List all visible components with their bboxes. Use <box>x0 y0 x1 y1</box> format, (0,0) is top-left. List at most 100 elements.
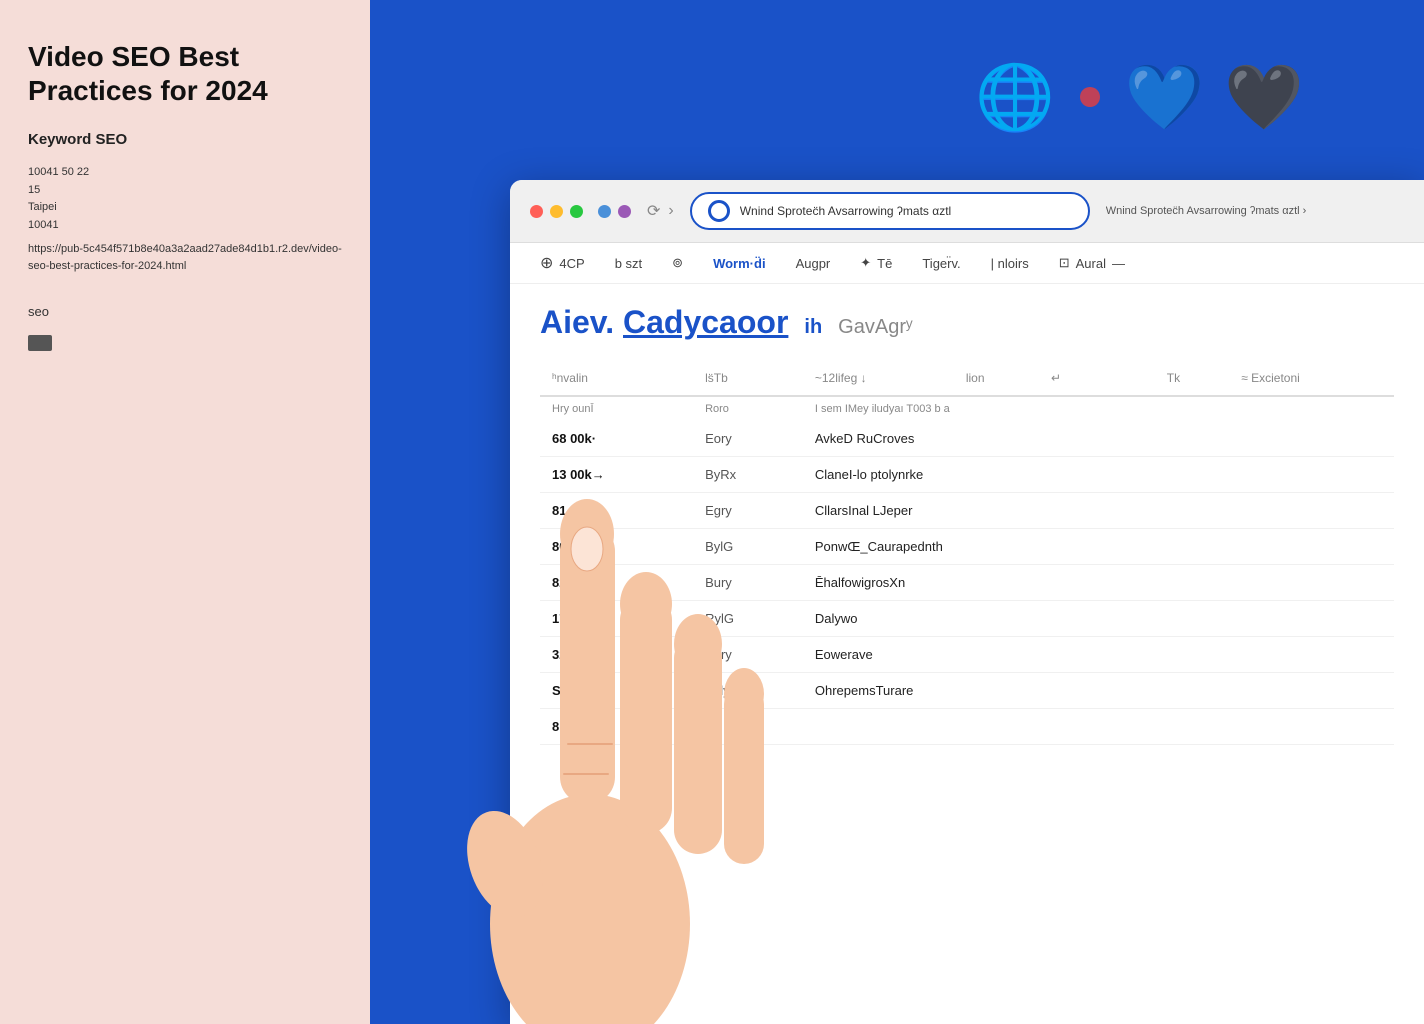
toolbar-item-5[interactable]: Augpr <box>796 256 831 271</box>
nav-buttons: ⟳ › <box>647 201 674 221</box>
sidebar-icon <box>28 335 52 351</box>
col-header-1: ʰnvalin <box>540 361 693 396</box>
toolbar-label-6: Tē <box>877 256 892 271</box>
cell-col1-5: RylG <box>693 601 803 637</box>
cell-metric-0: 68 00k· <box>540 421 693 457</box>
cell-metric-5: 17 004· <box>540 601 693 637</box>
cell-col2-8 <box>803 709 1394 745</box>
browser-chrome: ⟳ › Wnind Sprotec̈h Avsarrowing ʔmats αz… <box>510 180 1424 243</box>
tab-1[interactable]: Wnind Sprotec̈h Avsarrowing ʔmats αztl › <box>1106 205 1307 217</box>
deco-icon-2 <box>1075 53 1105 127</box>
toolbar-icon-6: ✦ <box>860 255 871 271</box>
cell-col2-0: AvkeD RuCroves <box>803 421 1394 457</box>
cell-col2-3: PonwŒ_Caurapednth <box>803 529 1394 565</box>
table-header-row: ʰnvalin ls̈Tb ~12lifeg ↓ lion ↵ Tk ≈ Exc… <box>540 361 1394 396</box>
browser-tabs-bar: Wnind Sprotec̈h Avsarrowing ʔmats αztl › <box>1106 205 1307 217</box>
sidebar-tag: seo <box>28 304 342 319</box>
forward-icon[interactable]: › <box>668 202 673 220</box>
sidebar-subtitle: Keyword SEO <box>28 131 342 148</box>
toolbar-item-6[interactable]: ✦ Tē <box>860 255 892 271</box>
cell-col1-0: Eory <box>693 421 803 457</box>
toolbar-label-7: Tiger̈v. <box>922 256 960 271</box>
cell-metric-3: 80 00k· <box>540 529 693 565</box>
cell-col1-4: Bury <box>693 565 803 601</box>
deco-icon-4: 🖤 <box>1224 60 1304 135</box>
data-table: ʰnvalin ls̈Tb ~12lifeg ↓ lion ↵ Tk ≈ Exc… <box>540 361 1394 745</box>
toolbar-label-1: 4CP <box>559 256 584 271</box>
toolbar-icon-1: ⊕ <box>540 253 553 273</box>
col-header-2: ls̈Tb <box>693 361 803 396</box>
toolbar-icon-3: ⊚ <box>672 255 683 271</box>
sidebar-title: Video SEO Best Practices for 2024 <box>28 40 342 107</box>
toolbar-icon-9: ⊡ <box>1059 255 1070 271</box>
extra-button-2[interactable] <box>618 205 631 218</box>
browser-window: ⟳ › Wnind Sprotec̈h Avsarrowing ʔmats αz… <box>510 180 1424 1024</box>
cell-col1-6: Bory <box>693 637 803 673</box>
toolbar-label-9: Aural <box>1076 256 1106 271</box>
subheader-2: Roro <box>693 396 803 421</box>
cell-col2-5: Dalywo <box>803 601 1394 637</box>
toolbar-item-8[interactable]: | nloirs <box>991 256 1029 271</box>
table-subheader-row: Hry ounĪ Roro I sem IMey iludyaı T003 b … <box>540 396 1394 421</box>
col-header-6 <box>1107 361 1155 396</box>
table-row[interactable]: 80 00k· BylG PonwŒ_Caurapednth <box>540 529 1394 565</box>
col-header-8: ≈ Excietoni <box>1229 361 1394 396</box>
minimize-button[interactable] <box>550 205 563 218</box>
page-subtitle: GavAgrʸ <box>838 316 912 339</box>
page-content: Aiev. Cadycaoor ih GavAgrʸ ʰnvalin ls̈Tb… <box>510 284 1424 1024</box>
deco-icons: 🌐 💙 🖤 <box>975 60 1304 135</box>
cell-col2-7: OhrepemsTurare <box>803 673 1394 709</box>
col-header-5: ↵ <box>1039 361 1107 396</box>
cell-metric-1: 13 00k→ <box>540 457 693 493</box>
page-title: Aiev. Cadycaoor <box>540 304 788 341</box>
browser-logo <box>708 200 730 222</box>
cell-col2-2: CllarsInal LJeper <box>803 493 1394 529</box>
deco-icon-1: 🌐 <box>975 60 1055 135</box>
close-button[interactable] <box>530 205 543 218</box>
table-row[interactable]: 17 004· RylG Dalywo <box>540 601 1394 637</box>
cell-col1-7: Nilly <box>693 673 803 709</box>
maximize-button[interactable] <box>570 205 583 218</box>
toolbar-label-4: Worm·d̈i <box>713 256 765 271</box>
deco-icon-3: 💙 <box>1125 60 1205 135</box>
cell-metric-6: 32 00k· <box>540 637 693 673</box>
table-row[interactable]: 32 00k· Bory Eowerave <box>540 637 1394 673</box>
sidebar-meta: 10041 50 22 15 Taipei 10041 https://pub-… <box>28 164 342 276</box>
toolbar-item-7[interactable]: Tiger̈v. <box>922 256 960 271</box>
cell-metric-2: 81 00k· <box>540 493 693 529</box>
back-icon[interactable]: ⟳ <box>647 201 660 221</box>
toolbar-label-8: | nloirs <box>991 256 1029 271</box>
toolbar-item-4[interactable]: Worm·d̈i <box>713 256 765 271</box>
subheader-3: I sem IMey iludyaı T003 b a <box>803 396 1394 421</box>
table-row[interactable]: 68 00k· Eory AvkeD RuCroves <box>540 421 1394 457</box>
cell-metric-4: 82 00k· <box>540 565 693 601</box>
toolbar-label-5: Augpr <box>796 256 831 271</box>
cell-col2-1: ClaneI-lo ptolynrke <box>803 457 1394 493</box>
col-header-3: ~12lifeg ↓ <box>803 361 954 396</box>
cell-metric-8: 8F 00k· <box>540 709 693 745</box>
table-row[interactable]: 82 00k· Bury ĒhalfowigrosXn <box>540 565 1394 601</box>
traffic-lights <box>530 205 631 218</box>
cell-col2-6: Eowerave <box>803 637 1394 673</box>
address-text: Wnind Sprotec̈h Avsarrowing ʔmats αztl <box>740 204 951 218</box>
toolbar-item-1[interactable]: ⊕ 4CP <box>540 253 585 273</box>
toolbar-item-2[interactable]: b szt <box>615 256 642 271</box>
table-row[interactable]: S0 00k· Nilly OhrepemsTurare <box>540 673 1394 709</box>
extra-button-1[interactable] <box>598 205 611 218</box>
toolbar-expand-9: — <box>1112 256 1125 271</box>
cell-col1-2: Egry <box>693 493 803 529</box>
cell-col2-4: ĒhalfowigrosXn <box>803 565 1394 601</box>
table-row[interactable]: 81 00k· Egry CllarsInal LJeper <box>540 493 1394 529</box>
toolbar-item-9[interactable]: ⊡ Aural — <box>1059 255 1125 271</box>
main-area: 🌐 💙 🖤 ⟳ › Wnind Sprotec̈h Avsarrowin <box>370 0 1424 1024</box>
page-title-row: Aiev. Cadycaoor ih GavAgrʸ <box>540 304 1394 341</box>
table-row[interactable]: 8F 00k· <box>540 709 1394 745</box>
cell-col1-3: BylG <box>693 529 803 565</box>
cell-metric-7: S0 00k· <box>540 673 693 709</box>
table-row[interactable]: 13 00k→ ByRx ClaneI-lo ptolynrke <box>540 457 1394 493</box>
address-bar[interactable]: Wnind Sprotec̈h Avsarrowing ʔmats αztl <box>690 192 1090 230</box>
sidebar: Video SEO Best Practices for 2024 Keywor… <box>0 0 370 1024</box>
app-toolbar: ⊕ 4CP b szt ⊚ Worm·d̈i Augpr ✦ Tē Tiger̈… <box>510 243 1424 284</box>
cell-col1-1: ByRx <box>693 457 803 493</box>
toolbar-item-3[interactable]: ⊚ <box>672 255 683 271</box>
